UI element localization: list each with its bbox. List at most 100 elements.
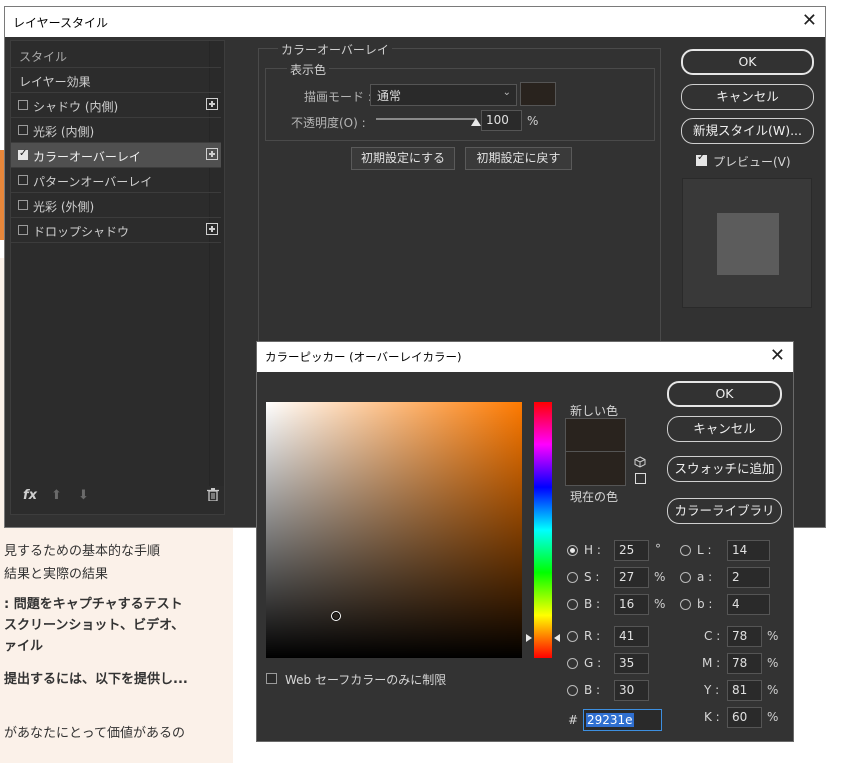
checkbox[interactable]	[18, 125, 28, 135]
dialog-title: レイヤースタイル	[13, 16, 109, 30]
web-safe-label: Web セーフカラーのみに制限	[285, 673, 447, 687]
list-item-outer-glow[interactable]: 光彩 (外側)	[11, 193, 221, 218]
red-label: R :	[584, 629, 601, 643]
cube-icon[interactable]	[634, 456, 646, 468]
lab-b-input[interactable]: 4	[727, 594, 770, 615]
yellow-input[interactable]: 81	[727, 680, 762, 701]
red-input[interactable]: 41	[614, 626, 649, 647]
new-style-button[interactable]: 新規スタイル(W)...	[681, 118, 814, 144]
reset-default-button[interactable]: 初期設定に戻す	[465, 147, 572, 170]
picker-ok-button[interactable]: OK	[667, 381, 782, 407]
current-color-label: 現在の色	[570, 490, 619, 504]
radio-green[interactable]	[567, 658, 578, 669]
yellow-label: Y :	[704, 683, 720, 697]
radio-lab-l[interactable]	[680, 545, 691, 556]
add-to-swatches-button[interactable]: スウォッチに追加	[667, 456, 782, 482]
style-preview	[682, 178, 812, 308]
web-safe-checkbox[interactable]	[266, 673, 277, 684]
preview-thumbnail	[717, 213, 779, 275]
color-library-button[interactable]: カラーライブラリ	[667, 498, 782, 524]
radio-blue[interactable]	[567, 685, 578, 696]
hue-label: H :	[584, 543, 601, 557]
fx-icon[interactable]: fx	[23, 488, 37, 503]
opacity-input[interactable]: 100	[481, 110, 522, 131]
lab-l-input[interactable]: 14	[727, 540, 770, 561]
overlay-color-swatch[interactable]	[520, 82, 556, 106]
radio-lab-b[interactable]	[680, 599, 691, 610]
doc-line: ァイル	[4, 639, 44, 654]
title-bar: カラーピッカー (オーバーレイカラー) ✕	[257, 342, 793, 372]
lab-a-label: a :	[697, 570, 713, 584]
cyan-input[interactable]: 78	[727, 626, 762, 647]
style-list: スタイル レイヤー効果 シャドウ (内側) 光彩 (内側) カラーオーバーレイ …	[10, 40, 225, 515]
checkbox[interactable]	[18, 225, 28, 235]
hex-input[interactable]: 29231e	[583, 709, 662, 731]
list-item-pattern-overlay[interactable]: パターンオーバーレイ	[11, 168, 221, 193]
doc-line: 提出するには、以下を提供し...	[4, 672, 188, 687]
lab-a-input[interactable]: 2	[727, 567, 770, 588]
dialog-title: カラーピッカー (オーバーレイカラー)	[265, 350, 462, 364]
blend-mode-label: 描画モード :	[304, 90, 372, 104]
add-icon[interactable]	[206, 98, 218, 110]
percent-unit: %	[654, 570, 666, 584]
hue-input[interactable]: 25	[614, 540, 649, 561]
add-icon[interactable]	[206, 148, 218, 160]
radio-red[interactable]	[567, 631, 578, 642]
blend-mode-select[interactable]: 通常 ⌄	[370, 84, 517, 106]
doc-line: があなたにとって価値があるの	[4, 726, 185, 741]
opacity-unit: %	[527, 114, 539, 128]
saturation-input[interactable]: 27	[614, 567, 649, 588]
doc-line: 見するための基本的な手順	[4, 544, 161, 559]
list-header-styles[interactable]: スタイル	[11, 43, 221, 68]
saturation-brightness-field[interactable]	[266, 402, 522, 658]
green-input[interactable]: 35	[614, 653, 649, 674]
checkbox[interactable]	[18, 175, 28, 185]
list-item-inner-glow[interactable]: 光彩 (内側)	[11, 118, 221, 143]
move-up-icon[interactable]: ⬆	[51, 488, 62, 503]
preview-checkbox[interactable]	[696, 152, 707, 166]
radio-saturation[interactable]	[567, 572, 578, 583]
percent-unit: %	[654, 597, 666, 611]
blue-label: B :	[584, 683, 601, 697]
hue-slider-left-arrow[interactable]	[526, 634, 532, 642]
list-item-drop-shadow[interactable]: ドロップシャドウ	[11, 218, 221, 243]
opacity-slider-track[interactable]	[376, 118, 476, 120]
black-input[interactable]: 60	[727, 707, 762, 728]
hue-slider[interactable]	[534, 402, 552, 658]
brightness-label: B :	[584, 597, 601, 611]
magenta-input[interactable]: 78	[727, 653, 762, 674]
cancel-button[interactable]: キャンセル	[681, 84, 814, 110]
radio-lab-a[interactable]	[680, 572, 691, 583]
move-down-icon[interactable]: ⬇	[78, 488, 89, 503]
trash-icon[interactable]	[207, 488, 219, 502]
preview-label: プレビュー(V)	[713, 155, 791, 169]
add-icon[interactable]	[206, 223, 218, 235]
ok-button[interactable]: OK	[681, 49, 814, 75]
list-item-color-overlay[interactable]: カラーオーバーレイ	[11, 143, 221, 168]
close-icon[interactable]: ✕	[770, 345, 785, 366]
list-header-layer-effects[interactable]: レイヤー効果	[11, 68, 221, 93]
brightness-input[interactable]: 16	[614, 594, 649, 615]
radio-brightness[interactable]	[567, 599, 578, 610]
chevron-down-icon: ⌄	[502, 87, 511, 98]
close-icon[interactable]: ✕	[802, 10, 817, 31]
hue-slider-right-arrow[interactable]	[554, 634, 560, 642]
lab-b-label: b :	[697, 597, 713, 611]
opacity-label: 不透明度(O) :	[291, 116, 366, 130]
checkbox[interactable]	[18, 148, 28, 160]
color-field-cursor[interactable]	[331, 611, 341, 621]
make-default-button[interactable]: 初期設定にする	[351, 147, 455, 170]
list-toolbar: fx ⬆ ⬇	[21, 488, 221, 506]
cyan-label: C :	[704, 629, 721, 643]
current-color-swatch[interactable]	[565, 452, 626, 486]
checkbox[interactable]	[18, 200, 28, 210]
checkbox[interactable]	[18, 100, 28, 110]
opacity-slider-thumb[interactable]	[471, 118, 481, 126]
radio-hue[interactable]	[567, 545, 578, 556]
blue-input[interactable]: 30	[614, 680, 649, 701]
web-safe-warning-icon[interactable]	[635, 473, 646, 484]
list-item-inner-shadow[interactable]: シャドウ (内側)	[11, 93, 221, 118]
degree-unit: °	[655, 542, 661, 556]
title-bar: レイヤースタイル ✕	[5, 7, 825, 37]
picker-cancel-button[interactable]: キャンセル	[667, 416, 782, 442]
